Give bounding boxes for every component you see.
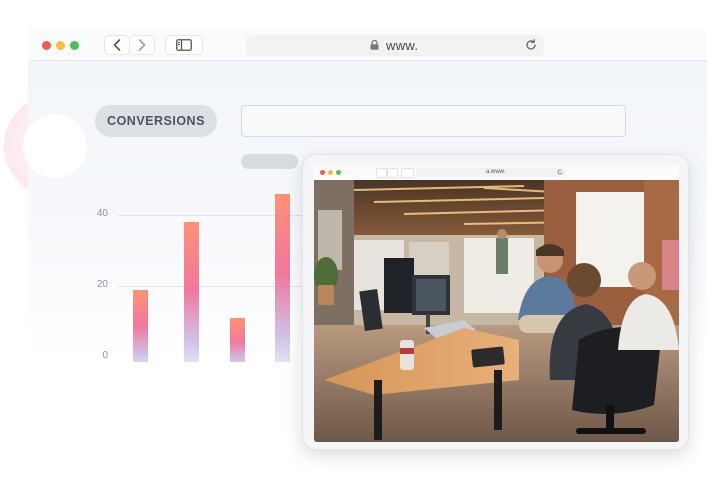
tablet-back-button[interactable] [376, 168, 387, 178]
chart-bar [184, 222, 199, 362]
tablet-minimize-button[interactable] [328, 170, 333, 175]
chart-bar [230, 317, 245, 362]
tablet-address-bar[interactable]: a.www. [416, 168, 566, 177]
y-tick-label: 0 [102, 350, 108, 361]
tablet-maximize-button[interactable] [336, 170, 341, 175]
tablet-close-button[interactable] [320, 170, 325, 175]
chart-bar [275, 193, 290, 362]
y-tick-label: 40 [96, 208, 108, 219]
tablet-device: a.www. [302, 154, 689, 450]
y-tick-label: 20 [96, 279, 108, 290]
tablet-sidebar-button[interactable] [401, 168, 414, 178]
tablet-screen: a.www. [314, 165, 679, 442]
office-photo-illustration [314, 180, 679, 442]
tablet-forward-button[interactable] [387, 168, 398, 178]
tablet-reload-icon[interactable] [557, 169, 563, 175]
chart-bar [133, 289, 148, 362]
office-team-meeting-photo [314, 180, 679, 442]
tablet-browser-toolbar: a.www. [314, 165, 679, 181]
decorative-ring-center [23, 114, 87, 178]
tablet-url-text: a.www. [486, 169, 506, 175]
